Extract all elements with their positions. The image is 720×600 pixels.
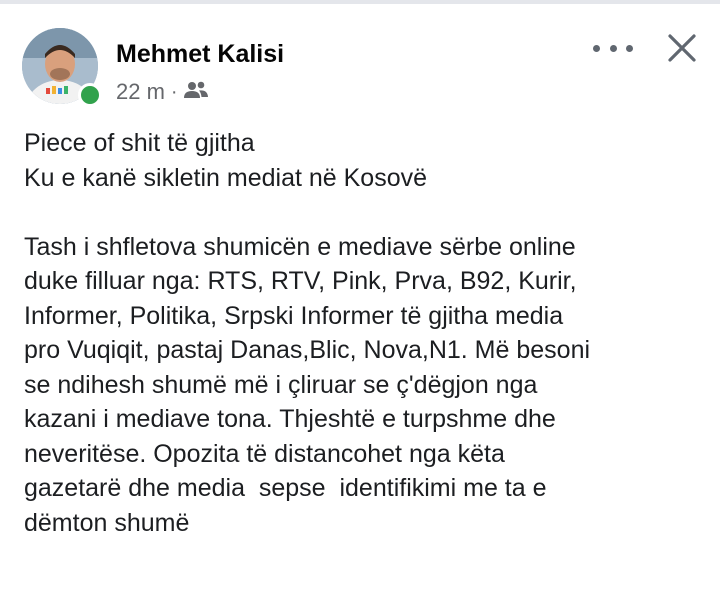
body-line: Informer, Politika, Srpski Informer të g… [24,301,564,330]
post-meta: 22 m · [116,79,208,105]
body-line: neveritëse. Opozita të distancohet nga k… [24,439,505,468]
body-line: Tash i shfletova shumicën e mediave sërb… [24,232,576,261]
body-line: pro Vuqiqit, pastaj Danas,Blic, Nova,N1.… [24,336,591,364]
top-divider [0,0,720,4]
body-line: Piece of shit të gjitha [24,129,255,157]
body-line: dëmton shumë [24,508,190,537]
close-icon[interactable] [662,28,702,68]
more-options-icon[interactable] [593,38,633,58]
more-dot [593,44,600,52]
body-line: kazani i mediave tona. Thjeshtë e turpsh… [24,405,556,433]
body-line: duke filluar nga: RTS, RTV, Pink, Prva, … [24,267,577,295]
meta-separator: · [170,80,178,103]
post-body: Piece of shit të gjitha Ku e kanë siklet… [24,126,704,540]
online-status-dot [78,83,102,107]
facebook-post: Mehmet Kalisi 22 m · Piece of shit të gj… [0,0,720,600]
friends-icon[interactable] [183,79,208,105]
post-timestamp[interactable]: 22 m [116,79,165,105]
body-line: Ku e kanë sikletin mediat në Kosovë [24,163,428,192]
more-dot [609,44,617,52]
body-line: se ndihesh shumë më i çliruar se ç'dëgjo… [24,370,538,399]
body-line: gazetarë dhe media sepse identifikimi me… [24,474,547,502]
more-dot [626,44,633,52]
author-name[interactable]: Mehmet Kalisi [116,40,284,69]
